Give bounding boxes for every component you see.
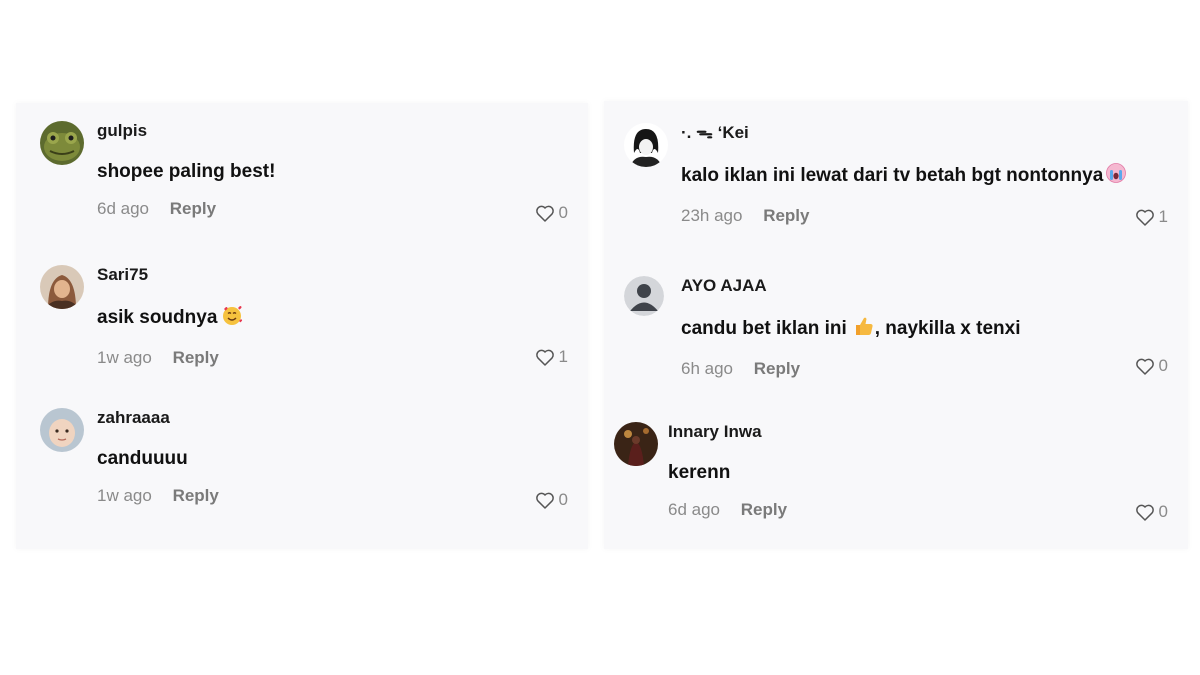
comments-panel-right: ·. ᯓ ‘Kei kalo iklan ini lewat dari tv b… — [604, 101, 1188, 549]
comment-text: asik soudnya — [97, 304, 243, 333]
like-count: 0 — [558, 490, 568, 509]
comment-meta: 6d ago Reply — [668, 500, 787, 520]
like-count: 1 — [558, 347, 568, 366]
comment-timestamp: 23h ago — [681, 206, 743, 225]
comment-body: zahraaaa canduuuu 1w ago Reply — [97, 408, 219, 506]
reply-button[interactable]: Reply — [763, 206, 809, 225]
comment-username[interactable]: gulpis — [97, 121, 275, 141]
heart-icon — [535, 349, 554, 366]
comment-meta: 6h ago Reply — [681, 359, 1021, 379]
comment-timestamp: 6h ago — [681, 359, 733, 378]
like-button[interactable]: 0 — [1135, 502, 1168, 522]
like-button[interactable]: 1 — [535, 347, 568, 367]
comments-panel-left: gulpis shopee paling best! 6d ago Reply … — [16, 103, 588, 549]
comment-text: candu bet iklan ini , naykilla x tenxi — [681, 315, 1021, 344]
baby-avatar-icon[interactable] — [40, 408, 84, 452]
comment-text: shopee paling best! — [97, 161, 276, 182]
like-count: 0 — [1158, 356, 1168, 375]
comment-meta: 1w ago Reply — [97, 348, 243, 368]
default-user-avatar-icon[interactable] — [624, 276, 664, 316]
comment-timestamp: 1w ago — [97, 348, 152, 367]
comment-meta: 23h ago Reply — [681, 206, 1127, 226]
comment-text-content: kalo iklan ini lewat dari tv betah bgt n… — [681, 165, 1104, 186]
like-count: 0 — [558, 203, 568, 222]
thumbs-up-icon — [853, 315, 875, 344]
comment-text: kalo iklan ini lewat dari tv betah bgt n… — [681, 162, 1127, 191]
comment-body: gulpis shopee paling best! 6d ago Reply — [97, 121, 275, 219]
comment-body: Innary Inwa kerenn 6d ago Reply — [668, 422, 787, 520]
photo-avatar-icon[interactable] — [614, 422, 658, 466]
comment-text: canduuuu — [97, 448, 188, 469]
heart-icon — [1135, 504, 1154, 521]
crying-face-icon — [1105, 162, 1127, 191]
comment-text: kerenn — [668, 462, 731, 483]
comment-screenshot: gulpis shopee paling best! 6d ago Reply … — [0, 0, 1200, 675]
comment-item: ·. ᯓ ‘Kei kalo iklan ini lewat dari tv b… — [624, 123, 1168, 238]
woman-hijab-avatar-icon[interactable] — [40, 265, 84, 309]
reply-button[interactable]: Reply — [170, 199, 216, 218]
anime-character-avatar-icon[interactable] — [624, 123, 668, 167]
comment-item: Sari75 asik soudnya 1w ago Reply 1 — [40, 265, 568, 375]
comment-username[interactable]: ·. ᯓ ‘Kei — [681, 123, 1127, 143]
comment-item: Innary Inwa kerenn 6d ago Reply 0 — [614, 422, 1168, 532]
frog-avatar-icon[interactable] — [40, 121, 84, 165]
heart-icon — [535, 205, 554, 222]
comment-username[interactable]: Sari75 — [97, 265, 243, 285]
comment-username[interactable]: AYO AJAA — [681, 276, 1021, 296]
reply-button[interactable]: Reply — [741, 500, 787, 519]
comment-body: ·. ᯓ ‘Kei kalo iklan ini lewat dari tv b… — [681, 123, 1127, 226]
reply-button[interactable]: Reply — [173, 486, 219, 505]
like-button[interactable]: 0 — [535, 490, 568, 510]
smiling-face-with-hearts-icon — [221, 304, 243, 333]
like-count: 1 — [1158, 207, 1168, 226]
like-button[interactable]: 1 — [1135, 207, 1168, 227]
comment-meta: 1w ago Reply — [97, 486, 219, 506]
comment-body: AYO AJAA candu bet iklan ini , naykilla … — [681, 276, 1021, 379]
comment-body: Sari75 asik soudnya 1w ago Reply — [97, 265, 243, 368]
like-button[interactable]: 0 — [1135, 356, 1168, 376]
heart-icon — [1135, 358, 1154, 375]
comment-username[interactable]: zahraaaa — [97, 408, 219, 428]
comment-timestamp: 1w ago — [97, 486, 152, 505]
reply-button[interactable]: Reply — [754, 359, 800, 378]
heart-icon — [535, 492, 554, 509]
comment-item: gulpis shopee paling best! 6d ago Reply … — [40, 121, 568, 231]
comment-meta: 6d ago Reply — [97, 199, 275, 219]
comment-timestamp: 6d ago — [97, 199, 149, 218]
like-button[interactable]: 0 — [535, 203, 568, 223]
like-count: 0 — [1158, 502, 1168, 521]
comment-item: zahraaaa canduuuu 1w ago Reply 0 — [40, 408, 568, 518]
comment-text-content: asik soudnya — [97, 307, 218, 328]
comment-text-content: candu bet iklan ini — [681, 318, 847, 339]
comment-username[interactable]: Innary Inwa — [668, 422, 787, 442]
comment-item: AYO AJAA candu bet iklan ini , naykilla … — [624, 276, 1168, 386]
reply-button[interactable]: Reply — [173, 348, 219, 367]
heart-icon — [1135, 209, 1154, 226]
comment-text-tail: , naykilla x tenxi — [874, 318, 1021, 339]
comment-timestamp: 6d ago — [668, 500, 720, 519]
